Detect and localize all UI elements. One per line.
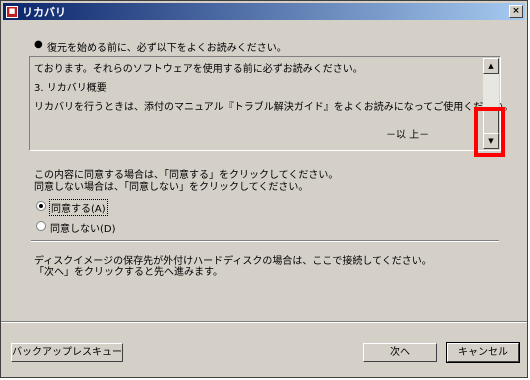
- textbox-line-2: 3. リカバリ概要: [34, 83, 107, 94]
- app-icon: ■: [6, 5, 18, 18]
- scroll-up-button[interactable]: ▲: [483, 58, 499, 74]
- agree-radio[interactable]: [36, 201, 46, 211]
- recovery-dialog: ■ リカバリ × ● 復元を始める前に、必ず以下をよくお読みください。 ておりま…: [0, 0, 528, 378]
- disagree-radio[interactable]: [36, 221, 46, 231]
- next-button[interactable]: 次へ: [363, 343, 437, 362]
- textbox-end-mark: －以 上－: [386, 130, 430, 141]
- agreement-line-2: 同意しない場合は、「同意しない」をクリックしてください。: [34, 182, 309, 193]
- textbox-line-1: ております。それらのソフトウェアを使用する前に必ずお読みください。: [34, 64, 363, 75]
- backup-rescue-button[interactable]: バックアップレスキュー: [11, 343, 123, 362]
- scrollbar-highlight-box: [474, 107, 505, 157]
- agree-radio-label[interactable]: 同意する(A): [49, 199, 108, 216]
- window-title: リカバリ: [22, 5, 66, 19]
- notice-text: 復元を始める前に、必ず以下をよくお読みください。: [47, 43, 287, 54]
- radio-selected-dot: [39, 204, 43, 208]
- cancel-button[interactable]: キャンセル: [446, 342, 520, 363]
- close-button[interactable]: ×: [509, 5, 523, 18]
- footer-separator: [1, 321, 527, 323]
- disagree-radio-label[interactable]: 同意しない(D): [50, 220, 116, 235]
- notice-bullet: ●: [34, 39, 43, 50]
- textbox-line-3: リカバリを行うときは、添付のマニュアル『トラブル解決ガイド』をよくお読みになって…: [34, 102, 514, 113]
- license-textbox[interactable]: ております。それらのソフトウェアを使用する前に必ずお読みください。 3. リカバ…: [29, 56, 513, 151]
- title-bar: ■ リカバリ ×: [3, 3, 525, 20]
- disk-notice-line-2: 「次へ」をクリックすると先へ進みます。: [34, 267, 223, 278]
- separator: [31, 240, 499, 242]
